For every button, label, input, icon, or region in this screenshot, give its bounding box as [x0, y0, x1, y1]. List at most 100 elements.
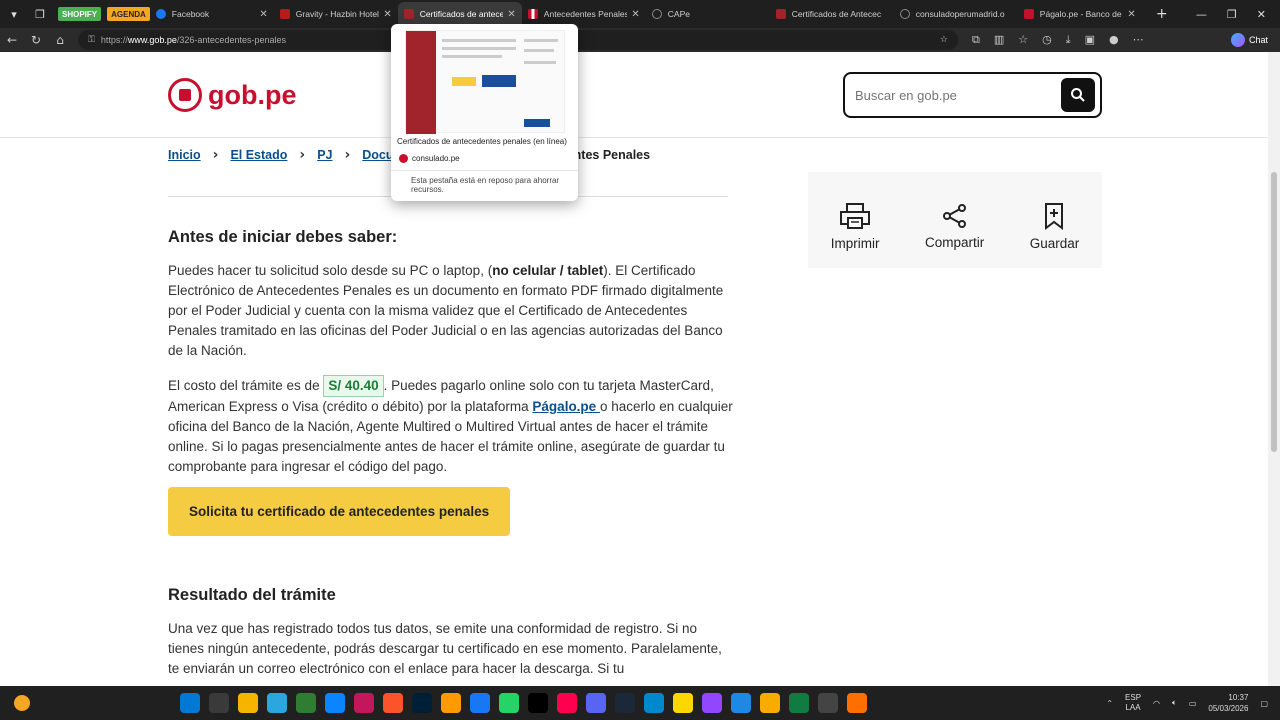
tab-hazbin[interactable]: Gravity - Hazbin Hotel | ✕: [274, 2, 398, 26]
favorite-star-icon[interactable]: ☆: [940, 35, 948, 45]
taskbar-app-icon[interactable]: [818, 693, 838, 713]
taskbar-app-icon[interactable]: [470, 693, 490, 713]
preview-block: [482, 75, 516, 87]
breadcrumb-inicio[interactable]: Inicio: [168, 148, 201, 162]
tab-certificados-active[interactable]: Certificados de antece ✕: [397, 2, 522, 26]
section-heading-before-start: Antes de iniciar debes saber:: [168, 228, 398, 246]
taskbar-app-icon[interactable]: [528, 693, 548, 713]
search-input[interactable]: [855, 87, 1055, 103]
close-icon[interactable]: ✕: [507, 9, 515, 20]
bookmark-add-icon: [1045, 202, 1064, 230]
taskbar-app-icon[interactable]: [383, 693, 403, 713]
copilot-chat-button[interactable]: Chat: [1230, 33, 1268, 47]
site-header: gob.pe: [0, 52, 1268, 138]
text-run: El costo del trámite es de: [168, 378, 324, 393]
preview-line: [442, 47, 516, 50]
taskbar-app-icon[interactable]: [586, 693, 606, 713]
chevron-up-icon[interactable]: ⌃: [1106, 699, 1113, 708]
request-certificate-button[interactable]: Solicita tu certificado de antecedentes …: [168, 487, 511, 536]
close-icon[interactable]: ✕: [631, 9, 639, 20]
reload-icon[interactable]: ↻: [24, 33, 48, 47]
system-tray: ⌃ ESP LAA ◠ 🔈︎ ▭ 10:37 05/03/2026 ▢: [1106, 692, 1280, 714]
back-icon[interactable]: ←: [0, 33, 24, 47]
tab-consulado-madrid[interactable]: consuladoperumadrid.o: [894, 2, 1018, 26]
tooltip-site: consulado.pe: [399, 154, 460, 163]
profile-icon[interactable]: ●: [1109, 33, 1119, 47]
print-button[interactable]: Imprimir: [831, 202, 879, 251]
breadcrumb-el-estado[interactable]: El Estado: [230, 148, 287, 162]
close-icon[interactable]: ✕: [383, 9, 391, 20]
taskbar-app-icon[interactable]: [557, 693, 577, 713]
share-button[interactable]: Compartir: [925, 203, 984, 250]
chevron-right-icon: ›: [212, 147, 219, 163]
wifi-icon[interactable]: ◠: [1153, 699, 1160, 708]
printer-icon: [840, 202, 871, 229]
clock[interactable]: 10:37 05/03/2026: [1208, 692, 1248, 714]
taskbar-app-icon[interactable]: [296, 693, 316, 713]
tab-group-shopify[interactable]: SHOPIFY: [58, 7, 102, 21]
save-button[interactable]: Guardar: [1029, 202, 1080, 251]
tab-group-agenda[interactable]: AGENDA: [107, 7, 150, 21]
taskbar-app-icon[interactable]: [731, 693, 751, 713]
consulado-icon: [775, 9, 786, 19]
gobpe-logo[interactable]: gob.pe: [168, 78, 297, 112]
pagalo-link[interactable]: Págalo.pe: [532, 399, 600, 414]
tab-facebook[interactable]: Facebook ✕: [150, 2, 274, 26]
downloads-icon[interactable]: ⤓: [1066, 33, 1071, 47]
window-close-icon[interactable]: ✕: [1257, 8, 1266, 21]
new-tab-icon[interactable]: +: [1150, 3, 1174, 25]
taskbar-app-icon[interactable]: [354, 693, 374, 713]
split-screen-icon[interactable]: ▥: [994, 33, 1004, 47]
text-run-bold: no celular / tablet: [492, 263, 604, 278]
taskbar-app-icon[interactable]: [644, 693, 664, 713]
scrollbar-thumb[interactable]: [1271, 172, 1277, 452]
volume-icon[interactable]: 🔈︎: [1172, 698, 1177, 708]
taskbar-app-icon[interactable]: [789, 693, 809, 713]
browser-tab-bar: ▾ ❐ SHOPIFY AGENDA Facebook ✕ Gravity - H…: [0, 0, 1280, 28]
favorites-icon[interactable]: ☆: [1018, 33, 1028, 47]
taskbar-app-icon[interactable]: [267, 693, 287, 713]
close-icon[interactable]: ✕: [259, 9, 267, 20]
tab-label: Certificados de Antecec: [791, 9, 882, 19]
taskbar-app-icon[interactable]: [412, 693, 432, 713]
close-icon[interactable]: ✕: [1127, 9, 1135, 20]
taskbar-app-icon[interactable]: [673, 693, 693, 713]
maximize-icon[interactable]: ❐: [1227, 8, 1237, 21]
weather-widget-icon[interactable]: [14, 695, 30, 711]
home-icon[interactable]: ⌂: [48, 33, 72, 47]
taskbar-app-icon[interactable]: [238, 693, 258, 713]
language-indicator[interactable]: ESP LAA: [1125, 693, 1141, 713]
taskbar-app-icon[interactable]: [209, 693, 229, 713]
tab-cape[interactable]: CAPe: [646, 2, 770, 26]
taskbar-app-icon[interactable]: [325, 693, 345, 713]
more-menu-icon[interactable]: ⋯: [1133, 33, 1144, 47]
preview-block: [524, 119, 550, 127]
minimize-icon[interactable]: —: [1196, 8, 1207, 21]
breadcrumb-pj[interactable]: PJ: [317, 148, 332, 162]
tab-antecedentes[interactable]: Antecedentes Penales - ✕: [522, 2, 646, 26]
taskbar-app-icon[interactable]: [615, 693, 635, 713]
history-icon[interactable]: ◷: [1042, 33, 1052, 47]
consulado-icon: [403, 9, 414, 19]
tab-certificados-2[interactable]: Certificados de Antecec: [770, 2, 894, 26]
page-scrollbar[interactable]: [1268, 52, 1280, 686]
peru-emblem-icon: [168, 78, 202, 112]
workspaces-icon[interactable]: ❐: [28, 3, 52, 25]
save-label: Guardar: [1029, 235, 1080, 251]
preview-line: [524, 39, 558, 42]
search-button[interactable]: [1061, 78, 1095, 112]
notifications-icon[interactable]: ▢: [1260, 699, 1268, 708]
taskbar-app-icon[interactable]: [702, 693, 722, 713]
tab-pagalo[interactable]: Págalo.pe - Banco de la ✕: [1018, 2, 1142, 26]
taskbar-app-icon[interactable]: [847, 693, 867, 713]
taskbar-app-icon[interactable]: [760, 693, 780, 713]
collections-icon[interactable]: ▣: [1085, 33, 1095, 47]
tab-menu-icon[interactable]: ▾: [2, 3, 26, 25]
taskbar-app-icon[interactable]: [180, 693, 200, 713]
chevron-right-icon: ›: [344, 147, 351, 163]
extensions-icon[interactable]: ⧉: [972, 33, 980, 47]
section-heading-result: Resultado del trámite: [168, 586, 336, 604]
taskbar-app-icon[interactable]: [499, 693, 519, 713]
taskbar-app-icon[interactable]: [441, 693, 461, 713]
battery-icon[interactable]: ▭: [1189, 699, 1197, 708]
